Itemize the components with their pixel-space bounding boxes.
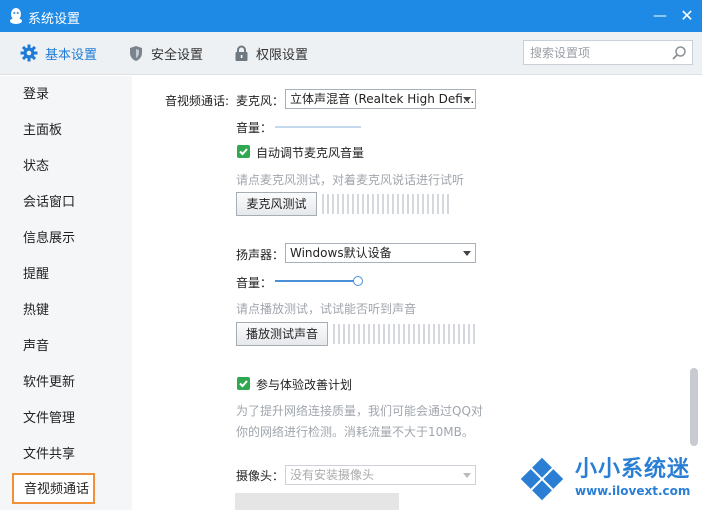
content-scrollbar[interactable] bbox=[687, 76, 702, 510]
speaker-test-hint: 请点播放测试，试试能否听到声音 bbox=[236, 302, 417, 316]
camera-select-value: 没有安装摄像头 bbox=[290, 468, 375, 482]
mic-volume-label: 音量： bbox=[236, 121, 273, 135]
camera-preview bbox=[235, 493, 399, 510]
mic-test-hint: 请点麦克风测试，对着麦克风说话进行试听 bbox=[236, 173, 465, 187]
sidebar-item-status[interactable]: 状态 bbox=[0, 149, 132, 185]
sidebar-item-file-management[interactable]: 文件管理 bbox=[0, 401, 132, 437]
sidebar-item-info-display[interactable]: 信息展示 bbox=[0, 221, 132, 257]
gear-icon bbox=[20, 44, 38, 62]
lock-icon bbox=[235, 45, 248, 61]
sidebar-item-reminder[interactable]: 提醒 bbox=[0, 257, 132, 293]
sidebar-item-av-call[interactable]: 音视频通话 bbox=[12, 473, 95, 504]
mic-level-meter bbox=[322, 194, 449, 214]
chevron-down-icon bbox=[463, 97, 471, 102]
speaker-volume-handle[interactable] bbox=[353, 276, 363, 286]
sidebar-item-file-sharing[interactable]: 文件共享 bbox=[0, 437, 132, 473]
auto-adjust-checkbox[interactable] bbox=[237, 145, 250, 158]
window-title: 系统设置 bbox=[28, 12, 81, 27]
section-label: 音视频通话: bbox=[165, 94, 230, 108]
sidebar-item-software-update[interactable]: 软件更新 bbox=[0, 365, 132, 401]
experience-plan-checkbox[interactable] bbox=[237, 377, 250, 390]
camera-label: 摄像头： bbox=[236, 469, 285, 483]
speaker-test-button[interactable]: 播放测试声音 bbox=[236, 322, 328, 346]
tab-label: 安全设置 bbox=[151, 47, 204, 63]
speaker-select[interactable]: Windows默认设备 bbox=[285, 243, 476, 263]
sidebar-item-login[interactable]: 登录 bbox=[0, 77, 132, 113]
experience-desc-line2: 你的网络进行检测。消耗流量不大于10MB。 bbox=[236, 425, 474, 439]
experience-plan-label: 参与体验改善计划 bbox=[256, 378, 353, 392]
shield-icon bbox=[130, 45, 142, 61]
minimize-button[interactable]: — bbox=[650, 6, 670, 26]
speaker-label: 扬声器： bbox=[236, 248, 285, 262]
sidebar-item-sound[interactable]: 声音 bbox=[0, 329, 132, 365]
mic-select[interactable]: 立体声混音 (Realtek High Defi... bbox=[285, 89, 476, 109]
qq-penguin-icon bbox=[10, 8, 22, 24]
speaker-volume-label: 音量： bbox=[236, 276, 273, 290]
search-input[interactable] bbox=[524, 41, 664, 64]
tab-basic-settings[interactable]: 基本设置 bbox=[20, 32, 97, 74]
chevron-down-icon bbox=[463, 473, 471, 478]
watermark-title: 小小系统迷 bbox=[575, 457, 691, 482]
settings-tab-bar: 基本设置 安全设置 权限设置 bbox=[0, 32, 702, 75]
sidebar-item-hotkeys[interactable]: 热键 bbox=[0, 293, 132, 329]
search-box bbox=[523, 40, 693, 65]
chevron-down-icon bbox=[463, 251, 471, 256]
experience-desc-line1: 为了提升网络连接质量，我们可能会通过QQ对 bbox=[236, 404, 483, 418]
checkmark-icon bbox=[239, 148, 248, 156]
tab-permission-settings[interactable]: 权限设置 bbox=[234, 32, 308, 74]
tab-security-settings[interactable]: 安全设置 bbox=[128, 32, 203, 74]
speaker-select-value: Windows默认设备 bbox=[290, 246, 392, 260]
tab-label: 权限设置 bbox=[256, 47, 309, 63]
speaker-volume-fill bbox=[275, 280, 358, 282]
speaker-level-meter bbox=[333, 324, 475, 344]
camera-select[interactable]: 没有安装摄像头 bbox=[285, 465, 476, 485]
checkmark-icon bbox=[239, 380, 248, 388]
auto-adjust-label: 自动调节麦克风音量 bbox=[256, 146, 365, 160]
mic-label: 麦克风： bbox=[236, 94, 285, 108]
mic-volume-slider[interactable] bbox=[275, 126, 361, 128]
watermark-url: www.ilovext.com bbox=[575, 484, 691, 498]
av-call-settings-panel: 音视频通话: 麦克风： 立体声混音 (Realtek High Defi... … bbox=[132, 76, 687, 510]
close-button[interactable]: ✕ bbox=[677, 6, 697, 26]
sidebar-item-main-panel[interactable]: 主面板 bbox=[0, 113, 132, 149]
tab-label: 基本设置 bbox=[45, 47, 98, 63]
site-watermark: 小小系统迷 www.ilovext.com bbox=[508, 447, 702, 510]
title-bar: 系统设置 — ✕ bbox=[0, 0, 702, 32]
search-icon[interactable] bbox=[671, 45, 687, 61]
settings-sidebar: 登录 主面板 状态 会话窗口 信息展示 提醒 热键 声音 软件更新 文件管理 文… bbox=[0, 76, 132, 510]
mic-select-value: 立体声混音 (Realtek High Defi... bbox=[290, 92, 475, 106]
mic-test-button[interactable]: 麦克风测试 bbox=[236, 192, 317, 216]
windows-logo-icon bbox=[520, 457, 564, 501]
scrollbar-thumb[interactable] bbox=[690, 368, 698, 446]
sidebar-item-chat-window[interactable]: 会话窗口 bbox=[0, 185, 132, 221]
